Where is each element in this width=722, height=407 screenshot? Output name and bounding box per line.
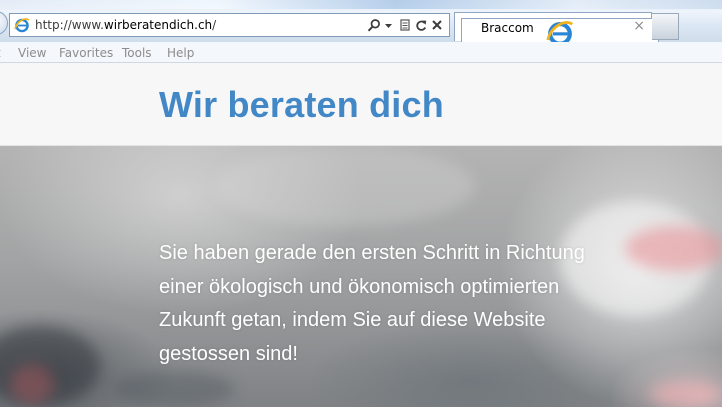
refresh-icon[interactable] <box>415 18 427 33</box>
menu-bar: t View Favorites Tools Help <box>0 42 722 63</box>
hero-background-blur <box>115 371 235 407</box>
hero-background-blur <box>215 146 475 226</box>
ie-icon <box>14 18 30 33</box>
hero-section: Sie haben gerade den ersten Schritt in R… <box>0 146 722 407</box>
hero-text-line: Zukunft getan, indem Sie auf diese Websi… <box>159 309 546 331</box>
tab-title: Braccom <box>481 21 534 35</box>
hero-text-line: einer ökologisch und ökonomisch optimier… <box>159 275 560 298</box>
menu-item-edit-partial[interactable]: t <box>0 46 1 60</box>
hero-text-line: Sie haben gerade den ersten Schritt in R… <box>159 242 585 264</box>
menu-item-favorites[interactable]: Favorites <box>59 46 113 60</box>
hero-background-blur <box>650 381 720 407</box>
site-title[interactable]: Wir beraten dich <box>159 84 444 126</box>
menu-item-help[interactable]: Help <box>167 46 194 60</box>
search-icon[interactable] <box>367 18 381 33</box>
stop-icon[interactable] <box>431 18 443 33</box>
browser-toolbar: http://www.wirberatendich.ch/ Braccom × <box>0 0 722 47</box>
address-bar[interactable]: http://www.wirberatendich.ch/ <box>9 13 450 37</box>
new-tab-button[interactable] <box>652 13 679 40</box>
tab-braccom[interactable]: Braccom × <box>454 12 659 47</box>
menu-item-tools[interactable]: Tools <box>122 46 152 60</box>
hero-text-line: gestossen sind! <box>159 342 298 365</box>
site-header: Wir beraten dich <box>0 63 722 146</box>
hero-text: Sie haben gerade den ersten Schritt in R… <box>159 237 659 371</box>
back-button[interactable] <box>0 11 8 35</box>
menu-item-view[interactable]: View <box>18 46 46 60</box>
compatibility-view-icon[interactable] <box>400 18 411 33</box>
chevron-down-icon[interactable] <box>384 18 393 33</box>
address-url: http://www.wirberatendich.ch/ <box>35 18 217 32</box>
hero-background-blur <box>10 364 54 404</box>
close-icon[interactable]: × <box>633 19 645 33</box>
